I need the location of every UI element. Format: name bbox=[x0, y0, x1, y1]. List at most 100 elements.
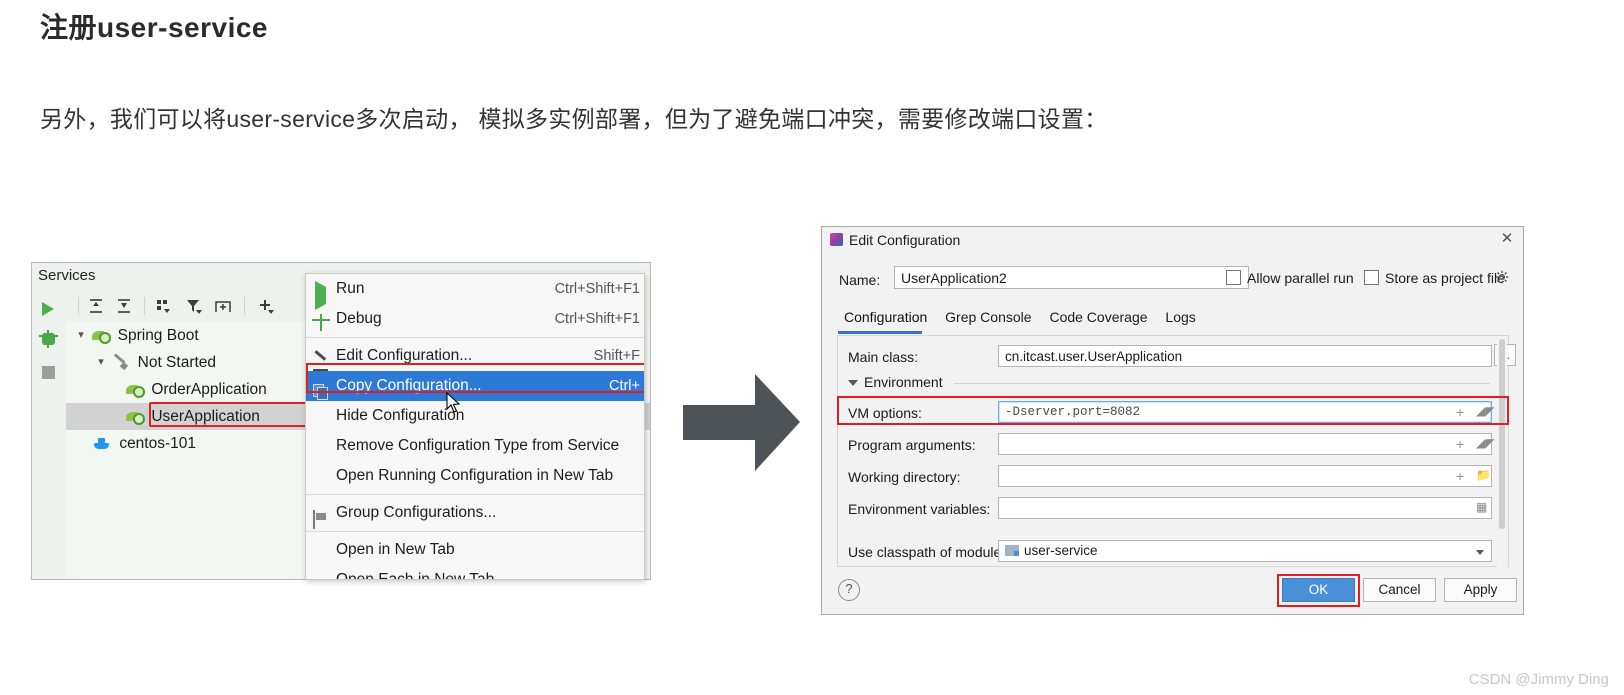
menu-item-label: Remove Configuration Type from Service bbox=[336, 437, 620, 454]
services-title: Services bbox=[38, 267, 96, 284]
tree-item-label: Not Started bbox=[137, 354, 217, 371]
mouse-cursor-icon bbox=[446, 392, 461, 413]
run-icon[interactable] bbox=[39, 299, 59, 319]
edit-variables-icon[interactable]: ▦ bbox=[1476, 500, 1487, 514]
menu-item-copy-configuration[interactable]: Copy Configuration... Ctrl+ bbox=[306, 371, 644, 401]
field-label: Environment variables: bbox=[848, 501, 991, 517]
field-program-arguments: Program arguments: + ◢◤ bbox=[838, 432, 1508, 458]
tree-item-label: OrderApplication bbox=[151, 381, 267, 398]
context-menu: Run Ctrl+Shift+F1 Debug Ctrl+Shift+F1 Ed… bbox=[305, 273, 645, 580]
menu-item-label: Edit Configuration... bbox=[336, 347, 473, 364]
gear-icon[interactable] bbox=[1495, 270, 1509, 284]
spring-boot-icon bbox=[126, 410, 145, 426]
field-label: Main class: bbox=[848, 349, 919, 365]
menu-item-label: Run bbox=[336, 280, 365, 297]
field-vm-options: VM options: + ◢◤ bbox=[838, 400, 1508, 426]
chevron-down-icon[interactable] bbox=[848, 380, 858, 387]
docker-icon bbox=[94, 437, 110, 451]
chevron-down-icon[interactable]: ▾ bbox=[74, 322, 88, 349]
scrollbar-thumb[interactable] bbox=[1499, 339, 1505, 529]
field-main-class: Main class: ... bbox=[838, 344, 1516, 370]
menu-item-shortcut: Ctrl+Shift+F1 bbox=[554, 281, 640, 297]
module-select[interactable]: user-service bbox=[998, 540, 1492, 562]
insert-macro-icon[interactable]: + bbox=[1456, 404, 1464, 420]
menu-item-hide-configuration[interactable]: Hide Configuration bbox=[306, 401, 644, 431]
tree-item-label: UserApplication bbox=[151, 408, 260, 425]
tab-grep-console[interactable]: Grep Console bbox=[938, 309, 1038, 325]
dialog-tabs: Configuration Grep Console Code Coverage… bbox=[837, 309, 1203, 333]
main-class-input[interactable] bbox=[998, 345, 1492, 367]
watermark: CSDN @Jimmy Ding bbox=[1468, 671, 1609, 688]
environment-section-header[interactable]: Environment bbox=[848, 374, 1498, 392]
configuration-panel: Main class: ... Environment VM options: … bbox=[837, 335, 1516, 567]
flow-arrow-icon bbox=[683, 374, 800, 471]
store-as-project-file-checkbox[interactable]: Store as project file bbox=[1364, 270, 1505, 286]
expand-editor-icon[interactable]: ◢◤ bbox=[1476, 404, 1494, 418]
menu-item-label: Group Configurations... bbox=[336, 504, 497, 521]
environment-variables-input[interactable] bbox=[998, 497, 1492, 519]
page-paragraph: 另外，我们可以将user-service多次启动， 模拟多实例部署，但为了避免端… bbox=[40, 106, 1108, 132]
name-input[interactable] bbox=[894, 266, 1249, 289]
section-divider bbox=[954, 383, 1490, 384]
menu-item-shortcut: Shift+F bbox=[593, 348, 640, 364]
menu-item-run[interactable]: Run Ctrl+Shift+F1 bbox=[306, 274, 644, 310]
module-value: user-service bbox=[1024, 543, 1098, 558]
menu-item-debug[interactable]: Debug Ctrl+Shift+F1 bbox=[306, 304, 644, 334]
cancel-button[interactable]: Cancel bbox=[1363, 578, 1436, 602]
chevron-down-icon[interactable] bbox=[1476, 550, 1484, 555]
dialog-titlebar: Edit Configuration ✕ bbox=[822, 227, 1523, 253]
allow-parallel-run-checkbox[interactable]: Allow parallel run bbox=[1226, 270, 1354, 286]
insert-macro-icon[interactable]: + bbox=[1456, 436, 1464, 452]
working-directory-input[interactable] bbox=[998, 465, 1492, 487]
menu-item-edit-configuration[interactable]: Edit Configuration... Shift+F bbox=[306, 341, 644, 371]
menu-item-label: Open Running Configuration in New Tab bbox=[336, 467, 614, 484]
page-title: 注册user-service bbox=[40, 12, 269, 43]
filter-icon[interactable] bbox=[184, 296, 206, 316]
collapse-all-icon[interactable] bbox=[114, 296, 136, 316]
tab-code-coverage[interactable]: Code Coverage bbox=[1042, 309, 1154, 325]
browse-folder-icon[interactable]: 📁 bbox=[1476, 468, 1491, 482]
add-icon[interactable] bbox=[256, 296, 278, 316]
menu-item-group-configurations[interactable]: Group Configurations... bbox=[306, 498, 644, 529]
field-environment-variables: Environment variables: ▦ bbox=[838, 496, 1508, 522]
tree-item-label: Spring Boot bbox=[117, 327, 199, 344]
expand-all-icon[interactable] bbox=[86, 296, 108, 316]
menu-item-open-in-new-tab[interactable]: Open in New Tab bbox=[306, 535, 644, 565]
checkbox-box[interactable] bbox=[1364, 270, 1379, 285]
menu-item-label: Open Each in New Tab bbox=[336, 571, 495, 580]
ok-button[interactable]: OK bbox=[1282, 578, 1355, 602]
menu-divider bbox=[306, 494, 644, 495]
environment-label: Environment bbox=[864, 374, 943, 390]
chevron-down-icon[interactable]: ▾ bbox=[94, 349, 108, 376]
group-by-icon[interactable] bbox=[154, 296, 176, 316]
folder-icon bbox=[312, 505, 330, 529]
spring-boot-icon bbox=[126, 383, 145, 399]
debug-icon[interactable] bbox=[39, 329, 59, 349]
field-label: Working directory: bbox=[848, 469, 961, 485]
close-icon[interactable]: ✕ bbox=[1499, 231, 1515, 247]
vm-options-input[interactable] bbox=[998, 401, 1492, 423]
stop-icon[interactable] bbox=[39, 362, 59, 382]
spring-boot-icon bbox=[92, 329, 112, 345]
add-tab-icon[interactable] bbox=[213, 296, 235, 316]
pencil-icon bbox=[312, 348, 330, 364]
menu-divider bbox=[306, 337, 644, 338]
menu-item-shortcut: Ctrl+ bbox=[608, 378, 640, 394]
checkbox-box[interactable] bbox=[1226, 270, 1241, 285]
intellij-icon bbox=[830, 233, 843, 246]
field-label: Program arguments: bbox=[848, 437, 976, 453]
menu-item-open-running-configuration[interactable]: Open Running Configuration in New Tab bbox=[306, 461, 644, 491]
tab-configuration[interactable]: Configuration bbox=[837, 309, 934, 325]
menu-item-open-each-in-new-tab[interactable]: Open Each in New Tab bbox=[306, 565, 644, 580]
apply-button[interactable]: Apply bbox=[1444, 578, 1517, 602]
help-button[interactable]: ? bbox=[838, 579, 860, 601]
expand-editor-icon[interactable]: ◢◤ bbox=[1476, 436, 1494, 450]
services-gutter bbox=[32, 290, 67, 579]
tab-logs[interactable]: Logs bbox=[1158, 309, 1202, 325]
panel-scrollbar[interactable] bbox=[1497, 337, 1507, 567]
insert-macro-icon[interactable]: + bbox=[1456, 468, 1464, 484]
menu-item-label: Debug bbox=[336, 310, 382, 327]
program-arguments-input[interactable] bbox=[998, 433, 1492, 455]
field-working-directory: Working directory: + 📁 bbox=[838, 464, 1508, 490]
menu-item-remove-configuration-type[interactable]: Remove Configuration Type from Service bbox=[306, 431, 644, 461]
